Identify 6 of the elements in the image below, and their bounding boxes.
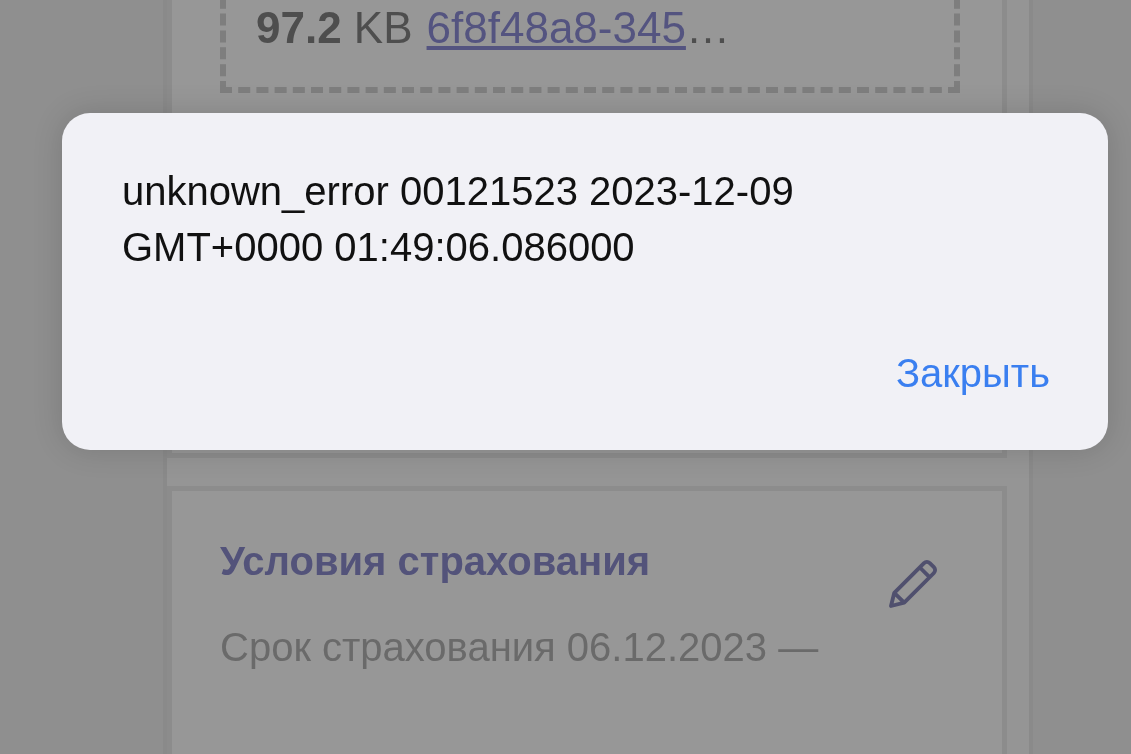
- ellipsis-text: …: [685, 3, 730, 53]
- error-message: unknown_error 00121523 2023-12-09 GMT+0000 01:49:06.086000: [122, 168, 795, 271]
- file-size: 97.2 KB: [256, 3, 413, 53]
- close-button[interactable]: Закрыть: [895, 351, 1050, 396]
- file-link[interactable]: 6f8f48a8-345: [426, 3, 686, 53]
- section-title: Условия страхования: [220, 539, 651, 584]
